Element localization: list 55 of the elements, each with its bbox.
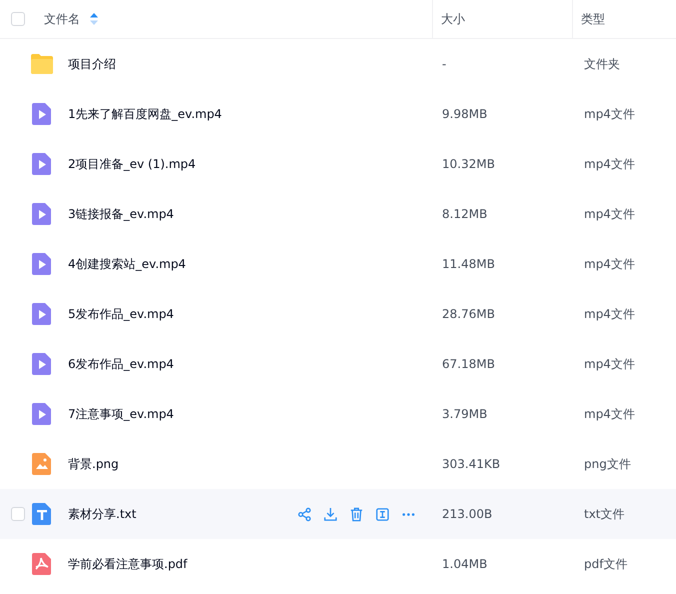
video-file-icon [30, 402, 54, 426]
rename-icon[interactable] [375, 506, 390, 522]
file-name[interactable]: 项目介绍 [68, 56, 116, 72]
folder-icon [30, 52, 54, 76]
file-type: mp4文件 [584, 156, 635, 170]
file-type: mp4文件 [584, 306, 635, 320]
row-checkbox[interactable] [11, 507, 25, 521]
file-name[interactable]: 3链接报备_ev.mp4 [68, 206, 174, 222]
file-name[interactable]: 学前必看注意事项.pdf [68, 556, 188, 572]
video-file-icon [30, 252, 54, 276]
pdf-file-icon [30, 552, 54, 576]
file-size: 10.32MB [442, 157, 495, 171]
column-header[interactable]: 文件名 [44, 10, 80, 28]
file-size: 1.04MB [442, 557, 488, 571]
video-file-icon [30, 202, 54, 226]
file-size: 11.48MB [442, 257, 495, 271]
file-type: mp4文件 [584, 406, 635, 420]
file-type: mp4文件 [584, 106, 635, 120]
video-file-icon [30, 102, 54, 126]
file-name[interactable]: 1先来了解百度网盘_ev.mp4 [68, 106, 222, 122]
delete-icon[interactable] [349, 506, 364, 522]
file-size: 303.41KB [442, 457, 500, 471]
file-name[interactable]: 6发布作品_ev.mp4 [68, 356, 174, 372]
file-name[interactable]: 素材分享.txt [68, 506, 136, 522]
row-highlight[interactable]: 素材分享.txt 213.00B txt文件 [0, 489, 676, 539]
video-file-icon [30, 152, 54, 176]
download-icon[interactable] [323, 506, 338, 522]
share-icon[interactable] [297, 506, 312, 522]
file-type: txt文件 [584, 506, 625, 520]
column-header[interactable]: 类型 [581, 10, 605, 28]
video-file-icon [30, 302, 54, 326]
file-name[interactable]: 7注意事项_ev.mp4 [68, 406, 174, 422]
file-name[interactable]: 4创建搜索站_ev.mp4 [68, 256, 186, 272]
column-header[interactable]: 大小 [441, 10, 465, 28]
file-name[interactable]: 2项目准备_ev (1).mp4 [68, 156, 196, 172]
file-type: pdf文件 [584, 556, 628, 570]
file-size: 213.00B [442, 507, 492, 521]
file-size: 8.12MB [442, 207, 488, 221]
file-type: mp4文件 [584, 256, 635, 270]
sort-icon[interactable] [90, 13, 98, 25]
file-type: png文件 [584, 456, 631, 470]
file-type: mp4文件 [584, 356, 635, 370]
file-name[interactable]: 背景.png [68, 456, 119, 472]
file-size: 28.76MB [442, 307, 495, 321]
file-type: 文件夹 [584, 56, 620, 70]
select-all-checkbox[interactable] [11, 12, 25, 26]
text-file-icon [30, 502, 54, 526]
file-size: 67.18MB [442, 357, 495, 371]
file-size: 9.98MB [442, 107, 488, 121]
file-name[interactable]: 5发布作品_ev.mp4 [68, 306, 174, 322]
image-file-icon [30, 452, 54, 476]
file-type: mp4文件 [584, 206, 635, 220]
video-file-icon [30, 352, 54, 376]
file-size: - [442, 57, 446, 71]
file-size: 3.79MB [442, 407, 488, 421]
